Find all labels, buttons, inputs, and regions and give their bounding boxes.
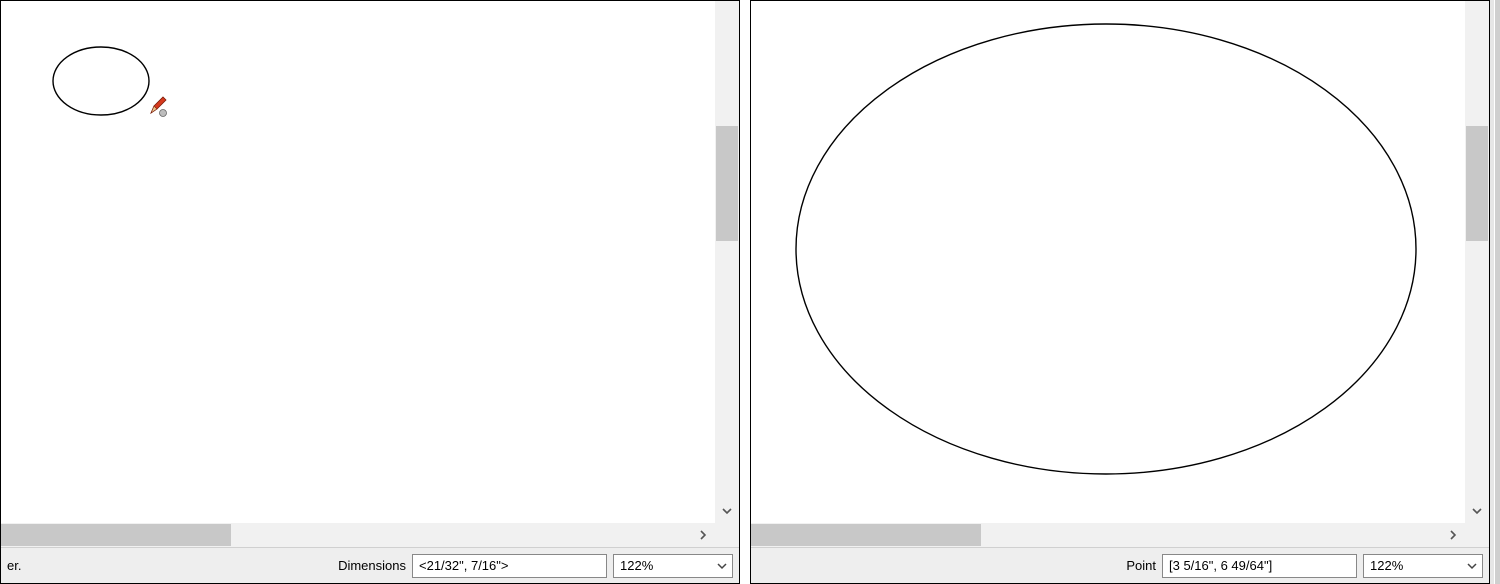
- horizontal-scrollbar-thumb[interactable]: [751, 524, 981, 546]
- window-edge: [1495, 0, 1500, 584]
- canvas[interactable]: [1, 1, 715, 523]
- scroll-down-icon[interactable]: [1465, 499, 1489, 523]
- scrollbar-corner: [1465, 523, 1489, 547]
- vertical-scrollbar[interactable]: [715, 1, 739, 523]
- zoom-combo[interactable]: 122%: [613, 554, 733, 578]
- drawing-window-right: Point 122%: [750, 0, 1490, 584]
- chevron-down-icon[interactable]: [1462, 561, 1482, 571]
- pencil-cursor-icon: [151, 97, 167, 117]
- scroll-right-icon[interactable]: [691, 523, 715, 547]
- zoom-combo[interactable]: 122%: [1363, 554, 1483, 578]
- status-bar: Point 122%: [751, 547, 1489, 583]
- status-bar: er. Dimensions 122%: [1, 547, 739, 583]
- zoom-value: 122%: [614, 558, 712, 573]
- vertical-scrollbar-thumb[interactable]: [1466, 126, 1488, 241]
- zoom-value: 122%: [1364, 558, 1462, 573]
- horizontal-scrollbar[interactable]: [1, 523, 739, 547]
- point-input[interactable]: [1162, 554, 1357, 578]
- canvas[interactable]: [751, 1, 1465, 523]
- scrollbar-corner: [715, 523, 739, 547]
- vertical-scrollbar-thumb[interactable]: [716, 126, 738, 241]
- horizontal-scrollbar[interactable]: [751, 523, 1489, 547]
- horizontal-scrollbar-thumb[interactable]: [1, 524, 231, 546]
- scroll-down-icon[interactable]: [715, 499, 739, 523]
- point-label: Point: [1126, 558, 1156, 573]
- drawing-window-left: er. Dimensions 122%: [0, 0, 740, 584]
- dimensions-input[interactable]: [412, 554, 607, 578]
- scroll-right-icon[interactable]: [1441, 523, 1465, 547]
- window-edge: [1490, 0, 1494, 584]
- vertical-scrollbar[interactable]: [1465, 1, 1489, 523]
- chevron-down-icon[interactable]: [712, 561, 732, 571]
- dimensions-label: Dimensions: [338, 558, 406, 573]
- status-text-fragment: er.: [7, 558, 21, 573]
